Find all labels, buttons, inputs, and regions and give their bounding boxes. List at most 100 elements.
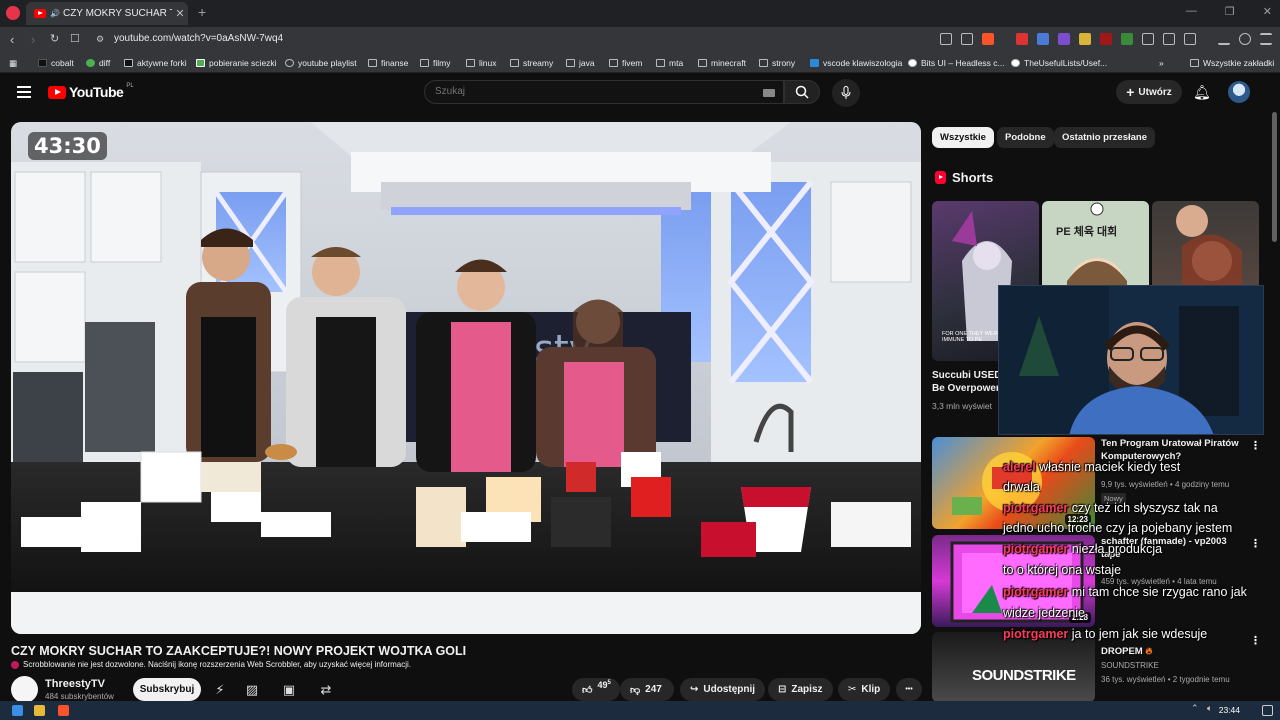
bookmark-usefullists[interactable]: TheUsefulLists/Usef...: [1011, 58, 1107, 68]
folder-icon: [566, 59, 575, 67]
extension-yellow-icon[interactable]: [1079, 33, 1091, 45]
folder-fivem[interactable]: fivem: [609, 58, 642, 68]
clip-button[interactable]: ✂ Klip: [838, 678, 891, 701]
all-bookmarks-folder[interactable]: Wszystkie zakładki: [1190, 58, 1274, 68]
cobalt-icon: [38, 59, 47, 67]
folder-filmy[interactable]: filmy: [420, 58, 450, 68]
search-button[interactable]: [784, 80, 820, 104]
more-actions-button[interactable]: •••: [896, 678, 922, 701]
apps-grid-icon[interactable]: ▦: [9, 58, 17, 69]
bookmark-pobieranie-sciezki[interactable]: pobieranie sciezki: [196, 58, 277, 68]
search-input[interactable]: [435, 86, 735, 97]
menu-hamburger-icon[interactable]: [17, 86, 31, 98]
folder-java[interactable]: java: [566, 58, 595, 68]
like-button[interactable]: 👍︎ 495: [572, 678, 620, 701]
keyboard-icon[interactable]: [763, 89, 775, 97]
search-box[interactable]: [424, 80, 784, 104]
chip-recently-uploaded[interactable]: Ostatnio przesłane: [1054, 127, 1155, 148]
folder-finanse[interactable]: finanse: [368, 58, 408, 68]
back-icon[interactable]: ‹: [10, 32, 14, 47]
download-icon[interactable]: [1218, 33, 1230, 45]
active-tab[interactable]: 🔊 CZY MOKRY SUCHAR TO ZAAC ✕: [26, 2, 188, 25]
shorts-icon: [935, 171, 946, 184]
channel-name[interactable]: ThreestyTV: [45, 678, 105, 690]
bookmark-aktywne-forki[interactable]: aktywne forki: [124, 58, 187, 68]
bookmark-bits-ui[interactable]: Bits UI – Headless c...: [908, 58, 1005, 68]
tray-chevron-icon[interactable]: ⌃: [1191, 703, 1202, 714]
user-avatar[interactable]: [1228, 81, 1250, 103]
page-scrollbar[interactable]: [1272, 112, 1277, 242]
brave-shield-icon[interactable]: [982, 33, 994, 45]
rec-title-3[interactable]: DROPEM 🔥︎: [1101, 645, 1241, 658]
folder-streamy[interactable]: streamy: [510, 58, 553, 68]
extension-blue-icon[interactable]: [1037, 33, 1049, 45]
share-button[interactable]: ↪ Udostępnij: [680, 678, 766, 701]
cast-icon[interactable]: [940, 33, 952, 45]
miniplayer-icon[interactable]: ▣: [281, 682, 297, 698]
extension-icons: [940, 33, 1272, 45]
rec-3-menu-icon[interactable]: ⋮: [1250, 634, 1261, 647]
folder-minecraft[interactable]: minecraft: [698, 58, 746, 68]
chat-line-3: piotrgamer czy też ich słyszysz tak na: [1003, 501, 1218, 515]
bookmark-icon[interactable]: ☐: [70, 32, 80, 45]
lightning-icon[interactable]: ⚡: [212, 682, 228, 698]
chip-all[interactable]: Wszystkie: [932, 127, 994, 148]
forward-icon[interactable]: ›: [31, 32, 35, 47]
rec-2-menu-icon[interactable]: ⋮: [1250, 537, 1261, 550]
video-frame-kitchen: tresty: [11, 122, 921, 634]
save-button[interactable]: ⊟ Zapisz: [768, 678, 833, 701]
brave-browser-icon[interactable]: [58, 705, 69, 716]
file-explorer-icon[interactable]: [34, 705, 45, 716]
taskbar-clock[interactable]: 23:44: [1219, 705, 1240, 715]
folder-icon: [466, 59, 475, 67]
extension-purple-icon[interactable]: [1058, 33, 1070, 45]
reload-icon[interactable]: ↻: [50, 32, 59, 45]
youtube-play-icon: [48, 85, 66, 99]
bookmark-vscode[interactable]: vscode klawiszologia: [810, 58, 902, 68]
extension-red-icon[interactable]: [1016, 33, 1028, 45]
browser-logo-icon[interactable]: [6, 6, 20, 20]
bookmark-cobalt[interactable]: cobalt: [38, 58, 74, 68]
bookmark-youtube-playlist[interactable]: youtube playlist: [285, 58, 357, 68]
image-icon[interactable]: ▨: [244, 682, 260, 698]
speaker-icon[interactable]: 🔊: [50, 9, 60, 18]
short-1-title[interactable]: Succubi USED Be Overpower: [932, 369, 998, 395]
share-icon[interactable]: [961, 33, 973, 45]
create-button[interactable]: + Utwórz: [1116, 80, 1182, 104]
extension-dark-red-icon[interactable]: [1100, 33, 1112, 45]
minimize-icon[interactable]: —: [1186, 5, 1197, 18]
music-icon[interactable]: [1239, 33, 1251, 45]
close-window-icon[interactable]: ✕: [1263, 5, 1272, 18]
notifications-bell-icon[interactable]: 🔔︎: [1193, 84, 1211, 101]
folder-linux[interactable]: linux: [466, 58, 496, 68]
voice-search-button[interactable]: [832, 79, 860, 107]
extensions-puzzle-icon[interactable]: [1142, 33, 1154, 45]
more-bookmarks-button[interactable]: »: [1159, 58, 1164, 68]
folder-strony[interactable]: strony: [759, 58, 795, 68]
folder-mta[interactable]: mta: [656, 58, 683, 68]
start-windows-icon[interactable]: [12, 705, 23, 716]
extension-green-icon[interactable]: [1121, 33, 1133, 45]
site-info-icon[interactable]: ⚙: [96, 34, 104, 45]
volume-icon[interactable]: 🔈︎: [1207, 703, 1218, 714]
youtube-logo[interactable]: YouTube PL: [48, 83, 134, 100]
rec-thumbnail-3[interactable]: SOUNDSTRIKE: [932, 632, 1095, 702]
loop-icon[interactable]: ⇄: [318, 682, 334, 698]
rec-meta-3: 36 tys. wyświetleń • 2 tygodnie temu: [1101, 675, 1230, 684]
notifications-icon[interactable]: [1262, 705, 1273, 716]
channel-avatar[interactable]: [11, 676, 38, 703]
bookmark-diff[interactable]: diff: [86, 58, 110, 68]
sidebar-icon[interactable]: [1163, 33, 1175, 45]
chat-line-1: alerel właśnie maciek kiedy test: [1003, 460, 1181, 474]
url-field[interactable]: youtube.com/watch?v=0aAsNW-7wq4: [114, 33, 283, 44]
close-tab-icon[interactable]: ✕: [172, 7, 188, 20]
chip-related[interactable]: Podobne: [997, 127, 1054, 148]
panel-icon[interactable]: [1184, 33, 1196, 45]
menu-icon[interactable]: [1260, 33, 1272, 45]
restore-icon[interactable]: ❐: [1225, 5, 1235, 18]
dislike-button[interactable]: 👎︎ 247: [620, 678, 674, 701]
rec-1-menu-icon[interactable]: ⋮: [1250, 439, 1261, 452]
video-player[interactable]: tresty 43:30: [11, 122, 921, 634]
new-tab-button[interactable]: +: [198, 4, 206, 20]
subscribe-button[interactable]: Subskrybuj: [133, 678, 201, 701]
